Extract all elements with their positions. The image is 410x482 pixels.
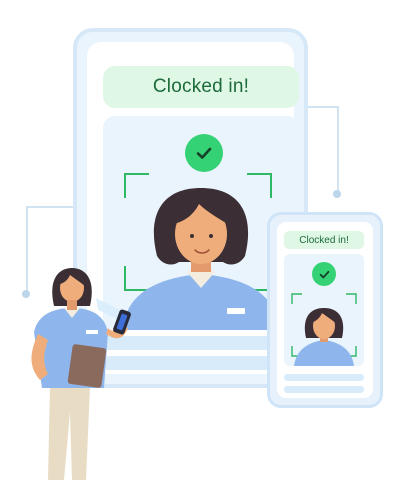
phone-screen: Clocked in! [277,222,373,398]
placeholder-bar [284,374,364,381]
placeholder-bar [284,386,364,393]
connector-line [305,106,339,108]
phone-clocked-in-label: Clocked in! [299,234,349,246]
phone-clocked-in-status: Clocked in! [284,231,364,249]
clocked-in-label: Clocked in! [152,76,250,97]
clocked-in-status: Clocked in! [103,66,299,108]
phone-face-scan-frame [291,293,357,366]
connector-line [26,206,76,208]
phone-device: Clocked in! [267,212,383,408]
employee-illustration [31,268,131,480]
connector-line [337,106,339,192]
phone-face-scan-area [284,254,364,366]
connector-dot [333,190,341,198]
